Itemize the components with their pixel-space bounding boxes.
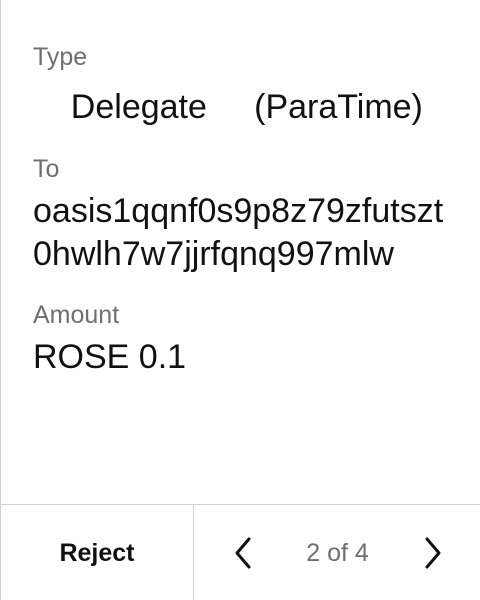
type-label: Type: [33, 43, 88, 71]
page-indicator: 2 of 4: [306, 538, 369, 567]
amount-label: Amount: [33, 301, 120, 329]
review-footer: Reject 2 of 4: [1, 504, 480, 600]
to-label: To: [33, 155, 60, 183]
chevron-right-icon: [425, 537, 440, 569]
amount-value: ROSE 0.1: [33, 338, 187, 376]
to-address: oasis1qqnf0s9p8z79zfutszt0hwlh7w7jjrfqnq…: [33, 192, 444, 273]
reject-button[interactable]: Reject: [1, 505, 194, 600]
chevron-left-icon: [235, 537, 250, 569]
previous-page-button[interactable]: [226, 533, 260, 573]
type-value: Delegate (ParaTime): [33, 88, 423, 126]
transaction-fields: Type Delegate (ParaTime) To oasis1qqnf0s…: [33, 42, 453, 379]
transaction-review-screen: Type Delegate (ParaTime) To oasis1qqnf0s…: [0, 0, 480, 600]
page-navigation: 2 of 4: [194, 505, 480, 600]
next-page-button[interactable]: [416, 533, 450, 573]
